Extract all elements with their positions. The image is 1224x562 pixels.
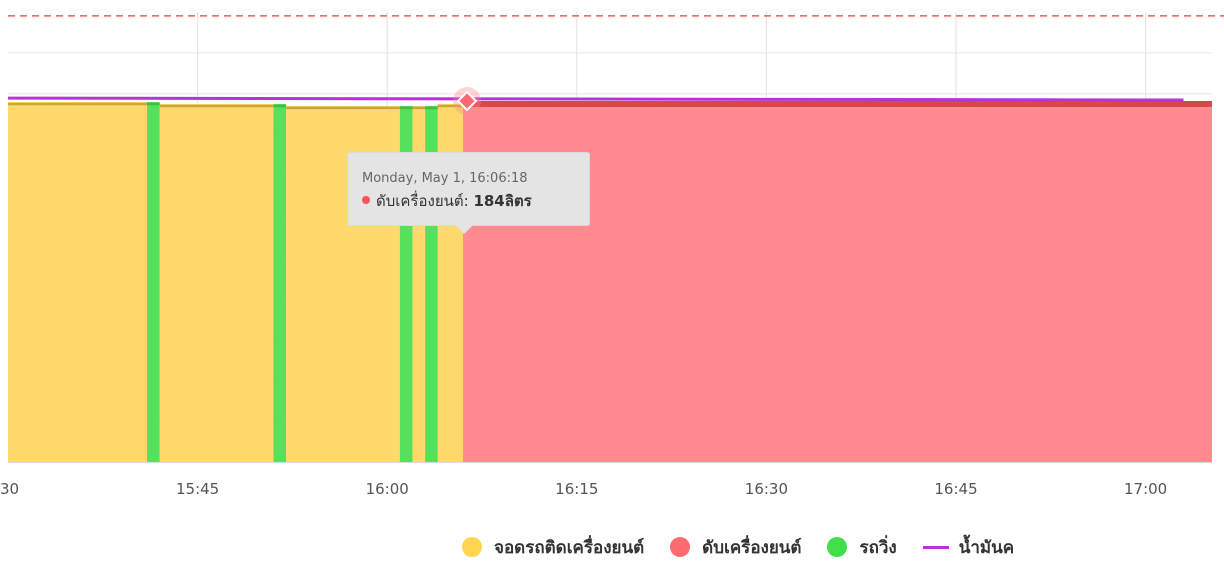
x-tick-label: 16:30 — [744, 480, 789, 498]
tooltip-series-dot — [362, 196, 370, 204]
x-tick-label: 16:15 — [555, 480, 599, 498]
legend-label: ดับเครื่องยนต์ — [702, 537, 802, 558]
x-tick-label: 15:45 — [175, 480, 220, 498]
legend-label: รถวิ่ง — [859, 537, 897, 558]
legend-marker-icon — [462, 537, 482, 557]
hover-marker-layer — [453, 87, 482, 115]
legend-item-3[interactable]: น้ำมันค — [922, 534, 1015, 561]
legend-item-0[interactable]: จอดรถติดเครื่องยนต์ — [462, 534, 644, 561]
tooltip: Monday, May 1, 16:06:18 ดับเครื่องยนต์: … — [347, 152, 590, 234]
legend-label: น้ำมันค — [958, 537, 1015, 558]
x-tick-label: 17:00 — [1123, 480, 1168, 498]
tooltip-time: Monday, May 1, 16:06:18 — [362, 171, 528, 186]
tooltip-value: 184ลิตร — [473, 192, 532, 210]
legend-marker-icon — [922, 545, 949, 549]
fuel-line — [7, 96, 1184, 102]
area-2-segment — [273, 103, 287, 463]
x-tick-label: 16:00 — [365, 480, 409, 498]
area-0-segment — [8, 102, 148, 462]
legend-marker-icon — [670, 537, 691, 557]
tooltip-series-label: ดับเครื่องยนต์: — [376, 192, 469, 210]
plot-areas — [8, 101, 1212, 463]
fuel-series-line — [7, 96, 1184, 102]
x-tick-label: 30 — [0, 480, 20, 498]
legend-item-2[interactable]: รถวิ่ง — [827, 534, 897, 561]
x-tick-label: 16:45 — [934, 480, 978, 498]
legend: จอดรถติดเครื่องยนต์ ดับเครื่องยนต์ รถวิ่ง น… — [462, 532, 1040, 562]
area-2-segment — [147, 102, 160, 462]
area-0-segment — [159, 103, 274, 463]
chart-container: 30 15:45 16:00 16:15 16:30 16:45 17:00 Monday,… — [0, 0, 1224, 562]
legend-marker-icon — [827, 537, 848, 557]
legend-item-1[interactable]: ดับเครื่องยนต์ — [670, 534, 801, 561]
tooltip-row: ดับเครื่องยนต์: 184ลิตร — [362, 192, 575, 210]
fuel-chart — [7, 12, 1224, 463]
legend-label: จอดรถติดเครื่องยนต์ — [494, 537, 645, 558]
